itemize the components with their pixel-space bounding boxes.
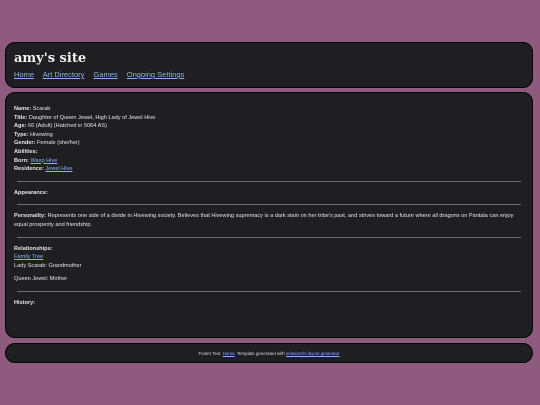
age-label: Age: <box>14 123 27 130</box>
residence-label: Residence: <box>14 166 44 173</box>
divider <box>17 204 521 206</box>
gender-value: Female (she/her) <box>37 140 80 147</box>
nav-link-home[interactable]: Home <box>14 70 34 79</box>
personality-text: Represents one side of a divide in Hivew… <box>14 213 514 228</box>
content-panel: Name: Scarab Title: Daughter of Queen Je… <box>5 92 533 338</box>
residence-row: Residence: Jewel Hive <box>14 165 524 174</box>
nav-link-games[interactable]: Games <box>93 70 117 79</box>
relationships-label: Relationships: <box>14 245 53 252</box>
abilities-row: Abilities: <box>14 148 524 157</box>
footer-panel: Footer Text. Home. Template generated wi… <box>5 343 533 363</box>
relationship-item: Lady Scarab: Grandmother <box>14 262 82 269</box>
type-value: Hivewing <box>30 131 53 138</box>
footer-home-link[interactable]: Home <box>223 351 235 356</box>
footer-middle: . Template generated with <box>234 351 286 356</box>
born-label: Born: <box>14 157 29 164</box>
profile-info: Name: Scarab Title: Daughter of Queen Je… <box>14 105 524 174</box>
divider <box>17 236 521 238</box>
name-label: Name: <box>14 106 32 112</box>
title-row: Title: Daughter of Queen Jewel, High Lad… <box>14 114 524 123</box>
title-label: Title: <box>14 114 28 121</box>
history-section: History: <box>14 299 524 308</box>
site-title: amy's site <box>14 51 87 66</box>
type-row: Type: Hivewing <box>14 131 524 140</box>
divider <box>17 180 521 182</box>
footer-prefix: Footer Text. <box>198 351 223 356</box>
footer-generator-link[interactable]: sebaized's layout generator <box>286 351 340 356</box>
personality-section: Personality: Represents one side of a di… <box>14 212 524 229</box>
born-row: Born: Wasp Hive <box>14 157 524 166</box>
type-label: Type: <box>14 131 29 138</box>
name-row: Name: Scarab <box>14 105 524 114</box>
relationship-item: Queen Jewel: Mother <box>14 276 68 283</box>
appearance-section: Appearance: <box>14 189 524 198</box>
family-tree-link[interactable]: Family Tree <box>14 254 43 260</box>
abilities-label: Abilities: <box>14 148 38 155</box>
title-value: Daughter of Queen Jewel, High Lady of Je… <box>28 114 156 121</box>
nav-link-art-directory[interactable]: Art Directory <box>43 70 85 79</box>
history-label: History: <box>14 299 36 306</box>
appearance-label: Appearance: <box>14 189 48 196</box>
age-row: Age: 66 (Adult) (Hatched in 5064 AS) <box>14 122 524 131</box>
divider <box>17 290 521 292</box>
relationships-section: Relationships: Family Tree Lady Scarab: … <box>14 245 524 284</box>
nav-bar: Home Art Directory Games Ongoing Setting… <box>14 70 524 79</box>
personality-label: Personality: <box>14 213 47 220</box>
nav-link-ongoing-settings[interactable]: Ongoing Settings <box>127 70 185 79</box>
header-panel: amy's site Home Art Directory Games Ongo… <box>5 42 533 88</box>
name-value: Scarab <box>32 106 51 112</box>
gender-row: Gender: Female (she/her) <box>14 139 524 148</box>
age-value: 66 (Adult) (Hatched in 5064 AS) <box>28 123 107 130</box>
gender-label: Gender: <box>14 140 36 147</box>
born-link[interactable]: Wasp Hive <box>30 158 57 164</box>
residence-link[interactable]: Jewel Hive <box>45 166 72 172</box>
